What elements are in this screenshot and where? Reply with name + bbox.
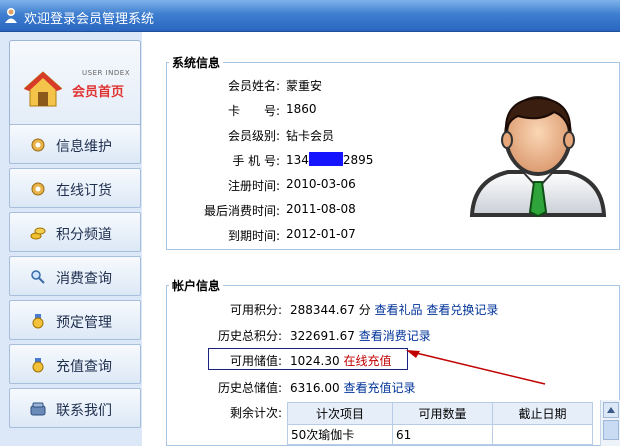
sidebar-item-label: 积分频道	[56, 227, 112, 243]
sidebar-item-contact[interactable]: 联系我们	[9, 388, 141, 428]
total-balance-row: 6316.00 查看充值记录	[290, 379, 415, 396]
window-titlebar: 欢迎登录会员管理系统	[0, 0, 620, 32]
sidebar-item-label: 消费查询	[56, 271, 112, 287]
phone-prefix: 134	[286, 153, 309, 167]
sidebar: USER INDEX 会员首页 信息维护 在线订货 积分频道 消费查询 预定管理…	[0, 32, 142, 446]
table-scrollbar[interactable]	[600, 400, 620, 446]
sidebar-item-consumption[interactable]: 消费查询	[9, 256, 141, 296]
expire-time-label: 到期时间:	[227, 229, 280, 243]
sidebar-item-order[interactable]: 在线订货	[9, 168, 141, 208]
register-time-value: 2010-03-06	[286, 177, 356, 191]
view-recharge-link[interactable]: 查看充值记录	[343, 381, 415, 395]
system-info-title: 系统信息	[169, 54, 224, 71]
phone-icon	[30, 402, 46, 416]
house-icon	[23, 71, 63, 107]
sidebar-item-info[interactable]: 信息维护	[9, 124, 141, 164]
sidebar-item-label: 信息维护	[56, 139, 112, 155]
annotation-arrow	[406, 350, 546, 385]
card-number-value: 1860	[286, 102, 317, 116]
app-user-icon	[5, 8, 17, 23]
medal-icon	[32, 358, 44, 373]
home-subtitle: USER INDEX	[82, 69, 130, 77]
member-level-label: 会员级别:	[227, 129, 280, 143]
view-consumption-link[interactable]: 查看消费记录	[359, 329, 431, 343]
total-balance-value: 6316.00	[290, 381, 340, 395]
phone-redaction	[308, 152, 343, 166]
sidebar-item-label: 在线订货	[56, 183, 112, 199]
table-header-row: 计次项目 可用数量 截止日期	[287, 402, 593, 425]
expire-time-value: 2012-01-07	[286, 227, 356, 241]
table-cell: 61	[392, 424, 493, 445]
available-balance-value: 1024.30	[290, 354, 340, 368]
account-info-title: 帐户信息	[169, 277, 224, 294]
column-header: 计次项目	[287, 402, 393, 425]
total-points-label: 历史总积分:	[217, 329, 282, 343]
available-points-row: 288344.67 分 查看礼品 查看兑换记录	[290, 301, 498, 318]
coins-icon	[30, 227, 46, 240]
last-consume-label: 最后消费时间:	[203, 204, 280, 218]
chevron-up-icon	[607, 407, 615, 413]
member-level-value: 钻卡会员	[286, 129, 335, 143]
sidebar-item-recharge[interactable]: 充值查询	[9, 344, 141, 384]
window-title: 欢迎登录会员管理系统	[24, 12, 155, 27]
phone-label: 手 机 号:	[232, 154, 280, 168]
home-label: 会员首页	[72, 85, 125, 100]
view-gifts-link[interactable]: 查看礼品	[375, 303, 423, 317]
online-recharge-link[interactable]: 在线充值	[343, 354, 391, 368]
phone-value: 134 2895	[286, 152, 373, 167]
column-header: 可用数量	[392, 402, 493, 425]
sidebar-item-reservation[interactable]: 预定管理	[9, 300, 141, 340]
total-points-value: 322691.67	[290, 329, 355, 343]
column-header: 截止日期	[492, 402, 593, 425]
sidebar-item-label: 充值查询	[56, 359, 112, 375]
table-row: 50次瑜伽卡 61	[287, 424, 593, 445]
gear-icon	[31, 138, 45, 152]
member-name-label: 会员姓名:	[227, 79, 280, 93]
gear-icon	[31, 182, 45, 196]
total-balance-label: 历史总储值:	[217, 381, 282, 395]
member-name-value: 蒙重安	[286, 79, 323, 93]
user-avatar-icon	[469, 96, 607, 217]
magnifier-icon	[31, 270, 45, 284]
table-cell: 50次瑜伽卡	[287, 424, 393, 445]
available-points-label: 可用积分:	[229, 303, 282, 317]
phone-suffix: 2895	[342, 153, 374, 167]
available-balance-row: 1024.30 在线充值	[290, 352, 391, 369]
remaining-counts-label: 剩余计次:	[229, 406, 282, 420]
last-consume-value: 2011-08-08	[286, 202, 356, 216]
available-points-value: 288344.67 分	[290, 303, 371, 317]
medal-icon	[32, 314, 44, 329]
counts-table: 计次项目 可用数量 截止日期 50次瑜伽卡 61	[287, 402, 593, 445]
view-exchange-link[interactable]: 查看兑换记录	[426, 303, 498, 317]
available-balance-label: 可用储值:	[229, 354, 282, 368]
scroll-up-button[interactable]	[603, 402, 619, 418]
register-time-label: 注册时间:	[227, 179, 280, 193]
sidebar-item-points[interactable]: 积分频道	[9, 212, 141, 252]
scroll-thumb[interactable]	[603, 420, 619, 440]
sidebar-item-label: 预定管理	[56, 315, 112, 331]
sidebar-item-label: 联系我们	[56, 403, 112, 419]
table-cell	[492, 424, 593, 445]
card-number-label: 卡 号:	[227, 104, 280, 118]
